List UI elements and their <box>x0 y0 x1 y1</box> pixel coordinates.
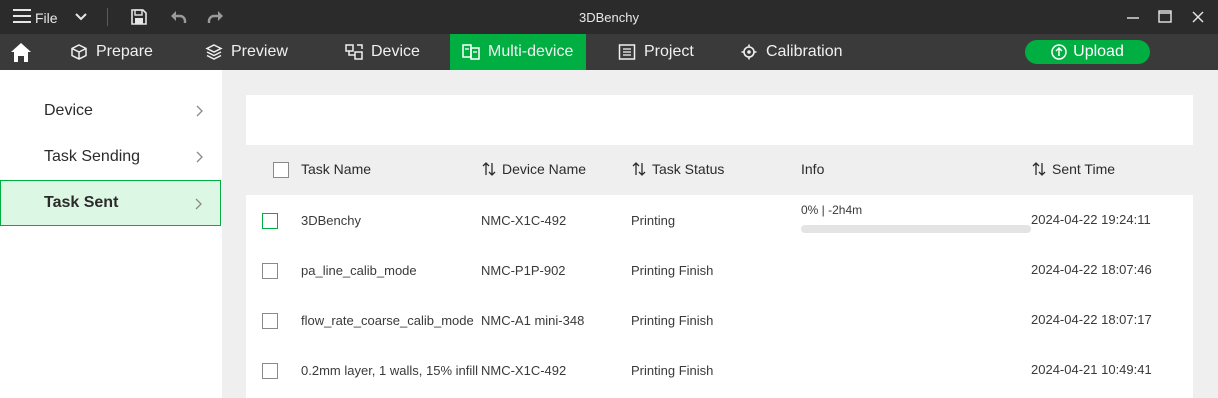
sidebar-item-task-sending[interactable]: Task Sending <box>0 134 221 180</box>
device-name-cell: NMC-X1C-492 <box>481 363 567 378</box>
task-table: 3DBenchy NMC-X1C-492 Printing 0% | -2h4m… <box>246 195 1193 398</box>
main-nav: Prepare Preview Device Multi-device Proj… <box>0 34 1218 70</box>
column-device-name[interactable]: Device Name <box>481 161 586 177</box>
upload-button-label: Upload <box>1073 43 1124 60</box>
title-separator <box>107 8 108 26</box>
chevron-right-icon <box>196 151 203 163</box>
main-content: Task Name Device Name Task Status Info S… <box>222 70 1218 398</box>
task-status-cell: Printing Finish <box>631 363 714 378</box>
table-header: Task Name Device Name Task Status Info S… <box>246 145 1193 195</box>
column-task-status-label: Task Status <box>652 161 725 177</box>
sort-icon[interactable] <box>631 161 647 177</box>
device-name-cell: NMC-A1 mini-348 <box>481 313 585 328</box>
sidebar-item-label: Task Sent <box>44 194 119 211</box>
redo-icon[interactable] <box>207 8 225 26</box>
row-checkbox[interactable] <box>262 313 278 329</box>
cube-icon <box>71 44 87 60</box>
sidebar: Device Task Sending Task Sent <box>0 70 222 398</box>
row-checkbox[interactable] <box>262 263 278 279</box>
column-task-name: Task Name <box>301 161 371 177</box>
task-name-cell: pa_line_calib_mode <box>301 263 417 278</box>
file-menu-label[interactable]: File <box>35 10 58 26</box>
minimize-icon[interactable] <box>1123 8 1143 26</box>
undo-icon[interactable] <box>169 8 187 26</box>
column-sent-time-label: Sent Time <box>1052 161 1116 177</box>
sidebar-item-device[interactable]: Device <box>0 88 221 134</box>
multi-device-icon <box>462 44 480 60</box>
calibration-icon <box>741 44 757 60</box>
tab-preview-label: Preview <box>231 43 288 60</box>
row-checkbox[interactable] <box>262 363 278 379</box>
tab-preview[interactable]: Preview <box>205 34 288 70</box>
tab-multi-device[interactable]: Multi-device <box>450 34 586 70</box>
task-status-cell: Printing Finish <box>631 313 714 328</box>
tab-multi-device-label: Multi-device <box>488 43 574 60</box>
task-status-cell: Printing <box>631 213 676 228</box>
tab-project[interactable]: Project <box>618 34 694 70</box>
table-row[interactable]: flow_rate_coarse_calib_mode NMC-A1 mini-… <box>246 295 1193 345</box>
tab-device[interactable]: Device <box>345 34 420 70</box>
chevron-down-icon[interactable] <box>73 11 89 23</box>
upload-button[interactable]: Upload <box>1025 40 1150 64</box>
tab-prepare-label: Prepare <box>96 43 153 60</box>
upload-icon <box>1051 44 1067 60</box>
device-name-cell: NMC-P1P-902 <box>481 263 566 278</box>
progress-info-text: 0% | -2h4m <box>801 203 863 217</box>
row-checkbox[interactable] <box>262 213 278 229</box>
select-all-checkbox[interactable] <box>273 162 289 178</box>
home-icon[interactable] <box>0 34 42 70</box>
layers-icon <box>205 44 223 60</box>
tab-device-label: Device <box>371 43 420 60</box>
filter-bar <box>246 95 1193 145</box>
column-info-label: Info <box>801 161 825 177</box>
table-row[interactable]: 0.2mm layer, 1 walls, 15% infill NMC-X1C… <box>246 345 1193 395</box>
save-icon[interactable] <box>130 8 148 26</box>
sidebar-item-label: Device <box>44 102 93 119</box>
sort-icon[interactable] <box>481 161 497 177</box>
column-device-name-label: Device Name <box>502 161 587 177</box>
device-name-cell: NMC-X1C-492 <box>481 213 567 228</box>
chevron-right-icon <box>196 105 203 117</box>
table-row[interactable]: 3DBenchy NMC-X1C-492 Printing 0% | -2h4m… <box>246 195 1193 245</box>
task-name-cell: flow_rate_coarse_calib_mode <box>301 313 474 328</box>
close-icon[interactable] <box>1188 8 1208 26</box>
table-row[interactable]: pa_line_calib_mode NMC-P1P-902 Printing … <box>246 245 1193 295</box>
tab-calibration[interactable]: Calibration <box>740 34 842 70</box>
sent-time-cell: 2024-04-22 18:07:46 <box>1031 262 1152 277</box>
tab-project-label: Project <box>644 43 694 60</box>
column-sent-time[interactable]: Sent Time <box>1031 161 1115 177</box>
maximize-icon[interactable] <box>1155 8 1175 26</box>
progress-bar <box>801 225 1031 233</box>
tab-calibration-label: Calibration <box>766 43 843 60</box>
project-icon <box>618 44 636 60</box>
task-status-cell: Printing Finish <box>631 263 714 278</box>
tab-prepare[interactable]: Prepare <box>70 34 153 70</box>
device-icon <box>345 44 363 60</box>
sent-time-cell: 2024-04-22 18:07:17 <box>1031 312 1152 327</box>
sent-time-cell: 2024-04-22 19:24:11 <box>1031 212 1151 227</box>
sort-icon[interactable] <box>1031 161 1047 177</box>
sidebar-item-label: Task Sending <box>44 148 141 165</box>
column-task-status[interactable]: Task Status <box>631 161 724 177</box>
column-info: Info <box>801 161 824 177</box>
chevron-right-icon <box>195 198 202 210</box>
sent-time-cell: 2024-04-21 10:49:41 <box>1031 362 1152 377</box>
menu-icon[interactable] <box>13 9 31 25</box>
sidebar-item-task-sent[interactable]: Task Sent <box>0 180 221 226</box>
title-bar: File 3DBenchy <box>0 0 1218 34</box>
column-task-name-label: Task Name <box>301 161 372 177</box>
task-name-cell: 3DBenchy <box>301 213 361 228</box>
task-name-cell: 0.2mm layer, 1 walls, 15% infill <box>301 363 479 378</box>
